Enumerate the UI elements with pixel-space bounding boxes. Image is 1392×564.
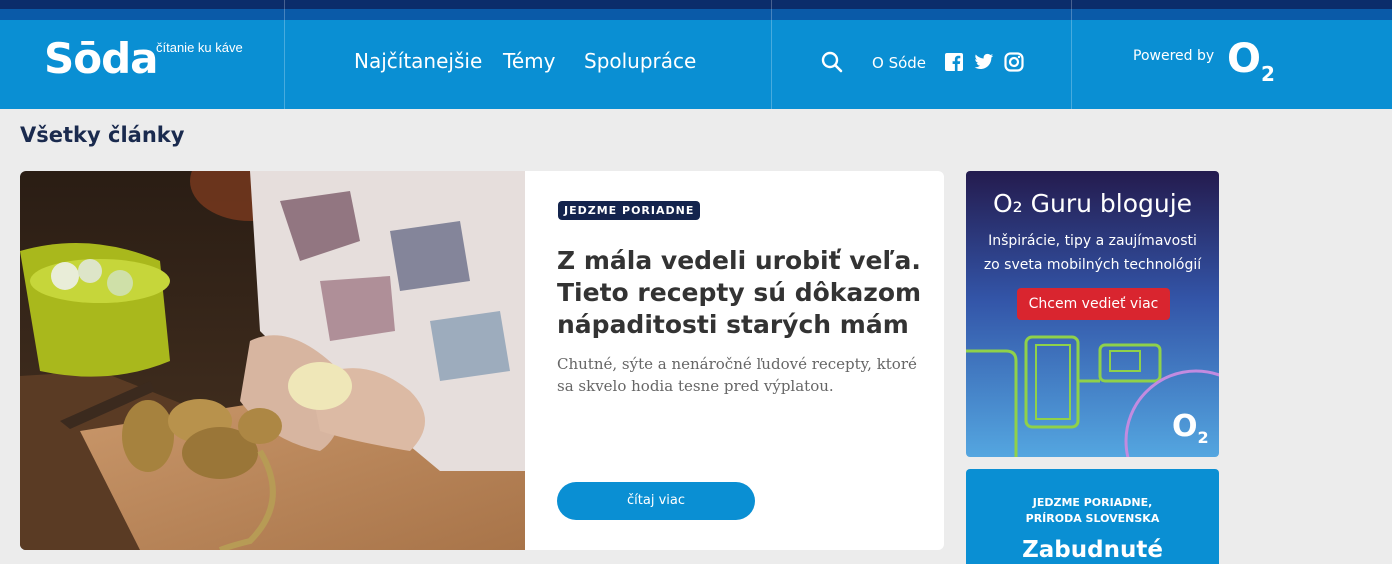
instagram-icon[interactable] (1004, 52, 1024, 72)
ad-title: O₂ Guru bloguje (992, 189, 1193, 218)
site-tagline: čítanie ku káve (156, 40, 243, 55)
side-category-line: PRÍRODA SLOVENSKA (1025, 512, 1160, 525)
article-excerpt: Chutné, sýte a nenáročné ľudové recepty,… (557, 355, 917, 395)
side-article-title[interactable]: Zabudnuté (966, 537, 1219, 563)
ad-cta-button[interactable]: Chcem vedieť viac (1017, 288, 1170, 320)
powered-by-label: Powered by (1133, 48, 1215, 64)
twitter-icon[interactable] (974, 52, 994, 72)
category-badge[interactable]: JEDZME PORIADNE (558, 201, 701, 220)
article-image[interactable] (20, 171, 525, 550)
ad-o2-logo: O2 (1172, 409, 1209, 447)
header-stripe-dark (0, 0, 1392, 9)
article-title[interactable]: Z mála vedeli urobiť veľa. Tieto recepty… (557, 245, 927, 341)
header-divider (771, 0, 772, 109)
o2-guru-ad-banner[interactable]: O₂ Guru bloguje Inšpirácie, tipy a zaují… (966, 171, 1219, 457)
ad-text-line: zo sveta mobilných technológií (983, 257, 1202, 273)
about-link[interactable]: O Sóde (872, 54, 926, 72)
header-divider (284, 0, 285, 109)
top-header: Sōda čítanie ku káve Najčítanejšie Témy … (0, 0, 1392, 109)
o2-logo-letter: O (1227, 36, 1262, 82)
side-article-card[interactable]: JEDZME PORIADNE, PRÍRODA SLOVENSKA Zabud… (966, 469, 1219, 564)
header-divider (1071, 0, 1072, 109)
nav-item-najcitanejsie[interactable]: Najčítanejšie (354, 49, 482, 73)
site-logo[interactable]: Sōda (44, 34, 159, 84)
search-icon[interactable] (821, 51, 843, 73)
ad-text-line: Inšpirácie, tipy a zaujímavosti (988, 233, 1197, 249)
read-more-button[interactable]: čítaj viac (557, 482, 755, 520)
header-stripe-mid (0, 9, 1392, 20)
nav-item-spoluprace[interactable]: Spolupráce (584, 49, 696, 73)
side-article-categories[interactable]: JEDZME PORIADNE, PRÍRODA SLOVENSKA (966, 495, 1219, 527)
o2-logo[interactable]: O2 (1227, 36, 1275, 86)
facebook-icon[interactable] (944, 52, 964, 72)
o2-logo-sub: 2 (1261, 62, 1275, 86)
ad-o2-logo-sub: 2 (1197, 428, 1209, 447)
nav-item-temy[interactable]: Témy (503, 49, 555, 73)
featured-article-card[interactable]: JEDZME PORIADNE Z mála vedeli urobiť veľ… (20, 171, 944, 550)
side-category-line: JEDZME PORIADNE, (1032, 496, 1153, 509)
ad-o2-logo-letter: O (1172, 409, 1198, 444)
page-title: Všetky články (20, 123, 185, 147)
ad-text: Inšpirácie, tipy a zaujímavosti zo sveta… (966, 229, 1219, 277)
